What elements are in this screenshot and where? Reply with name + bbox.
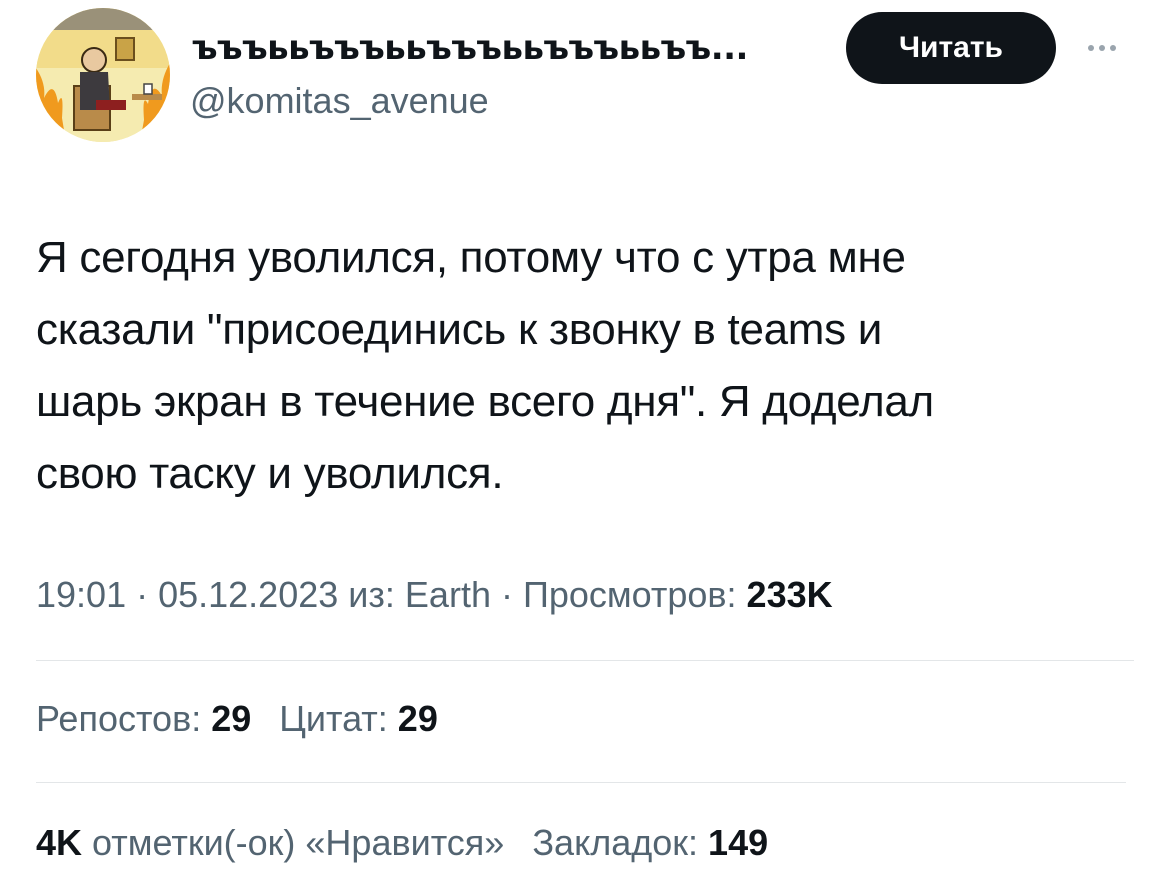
tweet-date[interactable]: 05.12.2023 — [158, 574, 338, 615]
bookmarks-label: Закладок: — [532, 822, 699, 863]
divider — [36, 782, 1126, 783]
engagement-stats-2: 4K отметки(-ок) «Нравится» Закладок: 149 — [36, 822, 768, 864]
reposts-count: 29 — [211, 698, 252, 739]
tweet-text: Я сегодня уволился, потому что с утра мн… — [36, 233, 934, 498]
tweet-meta: 19:01 · 05.12.2023 из: Earth · Просмотров: 2… — [36, 574, 833, 616]
likes-stat[interactable]: 4K отметки(-ок) «Нравится» — [36, 822, 504, 864]
display-name[interactable]: ъъъььъъъььъъъььъъъььъъ... — [192, 28, 827, 68]
tweet-page: ъъъььъъъььъъъььъъъььъъ... @komitas_avenu… — [0, 0, 1170, 892]
quotes-stat[interactable]: Цитат: 29 — [279, 698, 438, 740]
likes-label: отметки(-ок) «Нравится» — [92, 822, 505, 863]
reposts-stat[interactable]: Репостов: 29 — [36, 698, 251, 740]
tweet-source: из: Earth — [348, 574, 491, 615]
likes-count: 4K — [36, 822, 83, 863]
meta-separator-2: · — [500, 574, 513, 615]
tweet-time[interactable]: 19:01 — [36, 574, 126, 615]
views-count: 233K — [746, 574, 833, 615]
bookmarks-count: 149 — [708, 822, 769, 863]
more-button[interactable] — [1070, 30, 1134, 66]
avatar-image — [36, 8, 170, 142]
quotes-label: Цитат: — [279, 698, 388, 739]
meta-separator: · — [136, 574, 149, 615]
engagement-stats: Репостов: 29 Цитат: 29 — [36, 698, 438, 740]
bookmarks-stat[interactable]: Закладок: 149 — [532, 822, 768, 864]
divider — [36, 660, 1134, 661]
more-horizontal-icon — [1088, 45, 1116, 51]
user-handle[interactable]: @komitas_avenue — [190, 80, 489, 122]
avatar[interactable] — [36, 8, 170, 142]
quotes-count: 29 — [397, 698, 438, 739]
reposts-label: Репостов: — [36, 698, 202, 739]
follow-button[interactable]: Читать — [846, 12, 1056, 84]
views-label: Просмотров: — [522, 574, 737, 615]
